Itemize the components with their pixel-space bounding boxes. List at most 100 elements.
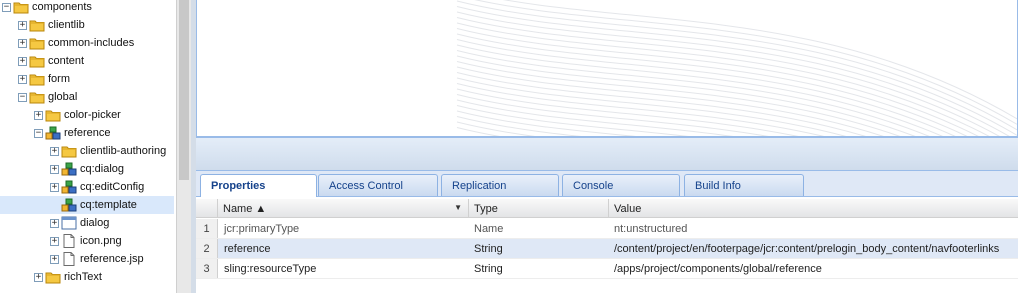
component-icon [45,126,61,140]
tab-label: Access Control [329,180,403,192]
tree-item[interactable]: + clientlib-authoring [0,142,174,160]
column-header-value[interactable]: Value [609,199,1018,218]
tree-item-label: reference [64,127,111,139]
tree-item[interactable]: + color-picker [0,106,174,124]
tree-item[interactable]: cq:template [0,196,174,214]
tab-label: Build Info [695,180,741,192]
cell-name: reference [224,243,271,255]
folder-icon [29,72,45,86]
row-number: 3 [196,259,218,278]
component-icon [61,180,77,194]
column-header-type[interactable]: Type [469,199,609,218]
table-row[interactable]: 1 jcr:primaryType Name nt:unstructured [196,219,1018,239]
cell-value: /content/project/en/footerpage/jcr:conte… [614,243,1000,255]
properties-grid: Name ▲ ▼ Type Value 1 jcr:primaryType Name… [196,197,1018,293]
collapse-icon[interactable]: − [2,2,11,12]
table-row[interactable]: 3 sling:resourceType String/apps/project/c… [196,259,1018,279]
expand-icon[interactable]: + [18,56,27,66]
folder-icon [29,36,45,50]
expand-icon[interactable]: + [34,272,43,282]
folder-icon [29,54,45,68]
tab-label: Console [573,180,614,192]
row-number-header [196,199,218,218]
column-label: Type [474,203,498,215]
content-tree[interactable]: − components + clientlib + common-includes + co… [0,0,176,293]
tree-item-label: color-picker [64,109,121,121]
tab-label: Replication [452,180,507,192]
file-icon [61,252,77,266]
column-header-name[interactable]: Name ▲ ▼ [218,199,469,218]
folder-icon [61,144,77,158]
tree-item-label: clientlib [48,19,85,31]
tree-item-label: content [48,55,85,67]
tab-access-control[interactable]: Access Control [318,174,438,196]
expand-icon[interactable]: + [50,218,59,228]
component-icon [61,198,77,212]
expand-icon[interactable]: + [50,182,59,192]
tab-build-info[interactable]: Build Info [684,174,804,196]
expand-icon[interactable]: + [34,110,43,120]
tree-item-label: dialog [80,217,110,229]
expand-icon[interactable]: + [50,236,59,246]
component-icon [61,162,77,176]
cell-value: /apps/project/components/global/referenc… [614,263,822,275]
collapse-icon[interactable]: − [34,128,43,138]
tree-item-label: components [32,1,92,13]
expand-icon[interactable]: + [50,146,59,156]
row-number: 1 [196,219,218,238]
tab-label: Properties [211,180,266,192]
tree-item[interactable]: + form [0,70,174,88]
tree-item[interactable]: − reference [0,124,174,142]
column-label: Value [614,203,642,215]
file-icon [61,234,77,248]
tree-item[interactable]: − components [0,0,174,16]
tree-scrollbar[interactable] [176,0,192,293]
tab-properties[interactable]: Properties [200,174,317,198]
decorative-curves [456,0,1017,136]
tree-item[interactable]: + clientlib [0,16,174,34]
tree-item[interactable]: + icon.png [0,232,174,250]
folder-icon [29,18,45,32]
tree-item-label: global [48,91,78,103]
tree-item-label: icon.png [80,235,122,247]
folder-icon [29,90,45,104]
expand-icon[interactable]: + [18,38,27,48]
folder-icon [45,108,61,122]
dropdown-arrow-icon[interactable]: ▼ [454,203,462,212]
scrollbar-thumb[interactable] [179,0,189,180]
tab-console[interactable]: Console [562,174,680,196]
tree-item[interactable]: + common-includes [0,34,174,52]
tree-item[interactable]: + cq:dialog [0,160,174,178]
folder-icon [13,0,29,14]
expand-icon[interactable]: + [18,20,27,30]
collapse-icon[interactable]: − [18,92,27,102]
tree-item[interactable]: + reference.jsp [0,250,174,268]
column-label: Name ▲ [223,203,267,215]
tree-item[interactable]: + dialog [0,214,174,232]
tree-item-label: cq:dialog [80,163,125,175]
expand-icon[interactable]: + [50,164,59,174]
expand-icon[interactable]: + [18,74,27,84]
row-number: 2 [196,239,218,258]
cell-type: String [474,243,503,255]
cell-name: sling:resourceType [224,263,317,275]
editor-toolbar [196,137,1018,171]
tab-strip: Properties Access Control Replication Co… [196,171,1018,198]
tab-replication[interactable]: Replication [441,174,559,196]
tree-item-label: clientlib-authoring [80,145,167,157]
cell-type: String [474,263,503,275]
tree-item[interactable]: + cq:editConfig [0,178,174,196]
tree-item-label: cq:editConfig [80,181,145,193]
tree-item[interactable]: + content [0,52,174,70]
tree-item-label: form [48,73,70,85]
tree-item-label: common-includes [48,37,135,49]
folder-icon [45,270,61,284]
expand-icon[interactable]: + [50,254,59,264]
cell-name: jcr:primaryType [224,223,300,235]
tree-item[interactable]: − global [0,88,174,106]
editor-area [196,0,1018,137]
table-row[interactable]: 2 reference String/content/project/en/foot… [196,239,1018,259]
cell-value: nt:unstructured [614,223,688,235]
tree-item[interactable]: + richText [0,268,174,286]
